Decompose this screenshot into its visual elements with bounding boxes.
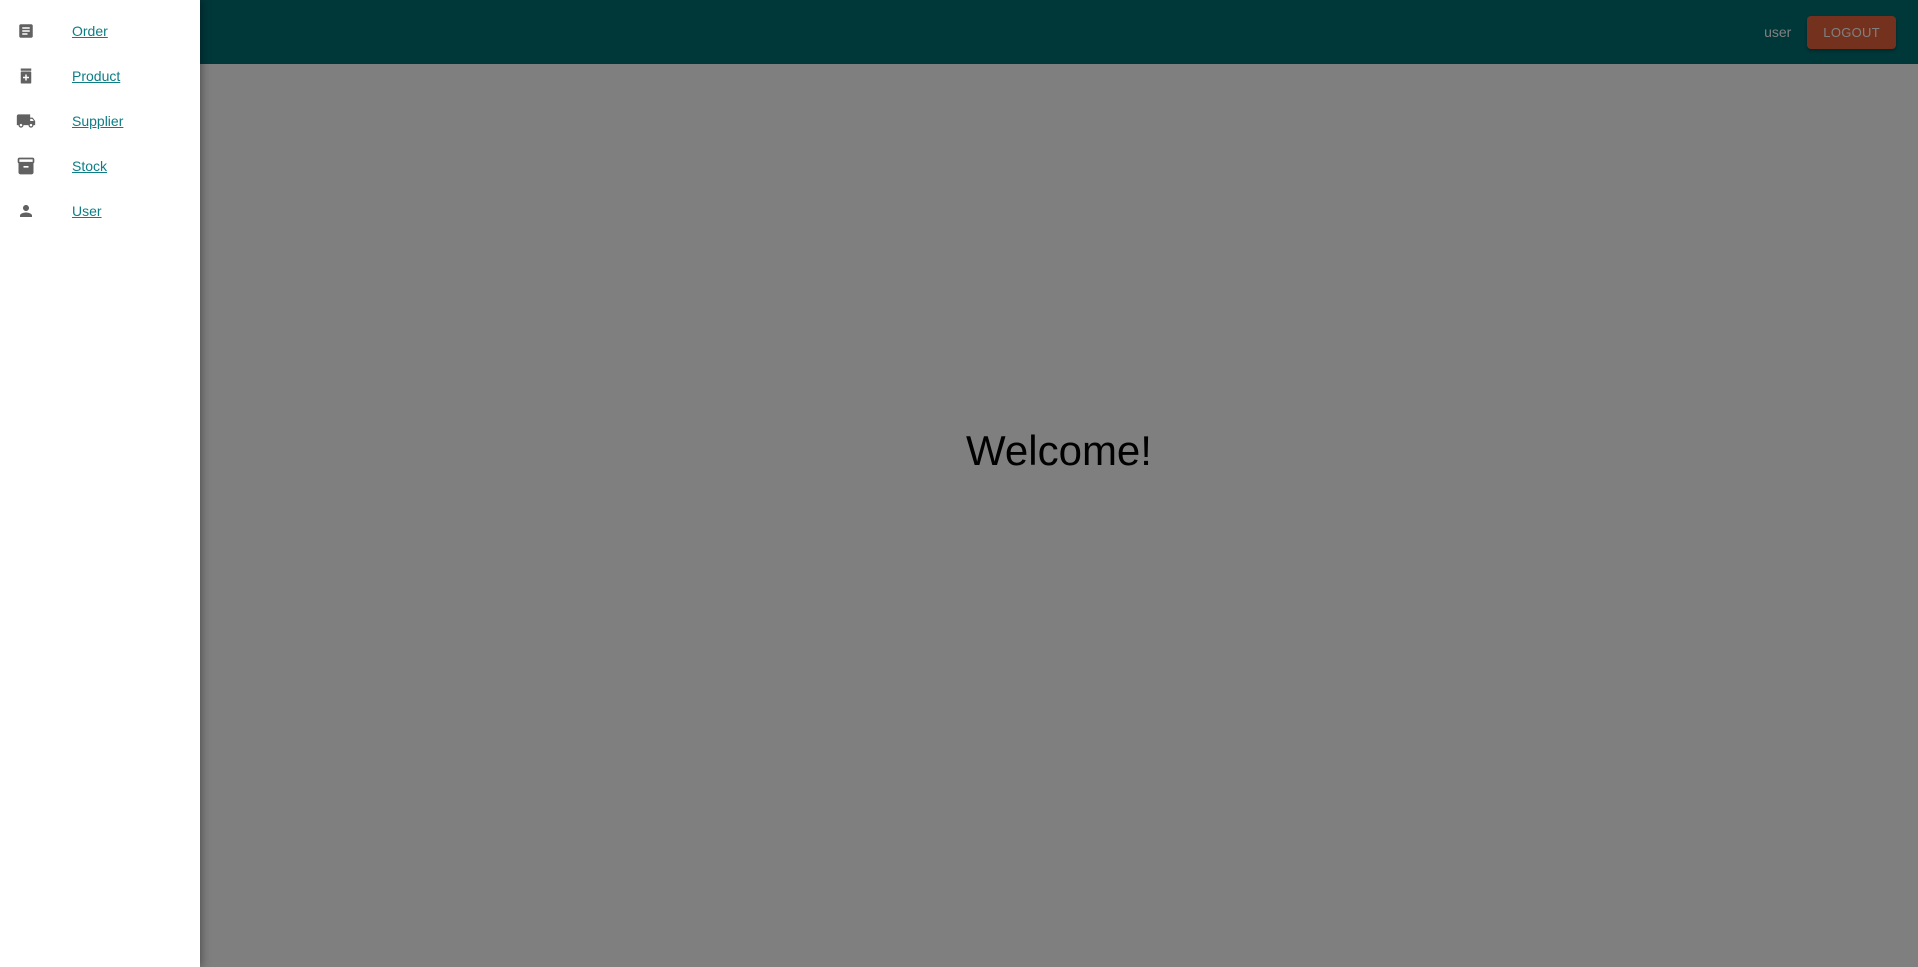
sidebar-item-product[interactable]: Product — [0, 53, 200, 98]
sidebar-item-label[interactable]: User — [72, 203, 102, 219]
order-icon — [16, 21, 36, 41]
navigation-drawer: Order Product Supplier Stock User — [0, 0, 200, 967]
sidebar-item-label[interactable]: Supplier — [72, 113, 123, 129]
truck-icon — [16, 111, 36, 131]
nav-list: Order Product Supplier Stock User — [0, 0, 200, 233]
sidebar-item-order[interactable]: Order — [0, 8, 200, 53]
sidebar-item-label[interactable]: Order — [72, 23, 108, 39]
sidebar-item-label[interactable]: Product — [72, 68, 120, 84]
sidebar-item-stock[interactable]: Stock — [0, 143, 200, 188]
product-icon — [16, 66, 36, 86]
person-icon — [16, 201, 36, 221]
sidebar-item-user[interactable]: User — [0, 188, 200, 233]
archive-icon — [16, 156, 36, 176]
sidebar-item-label[interactable]: Stock — [72, 158, 107, 174]
drawer-backdrop[interactable] — [0, 0, 1918, 967]
sidebar-item-supplier[interactable]: Supplier — [0, 98, 200, 143]
app-root: user LOGOUT Welcome! Order Product — [0, 0, 1918, 967]
